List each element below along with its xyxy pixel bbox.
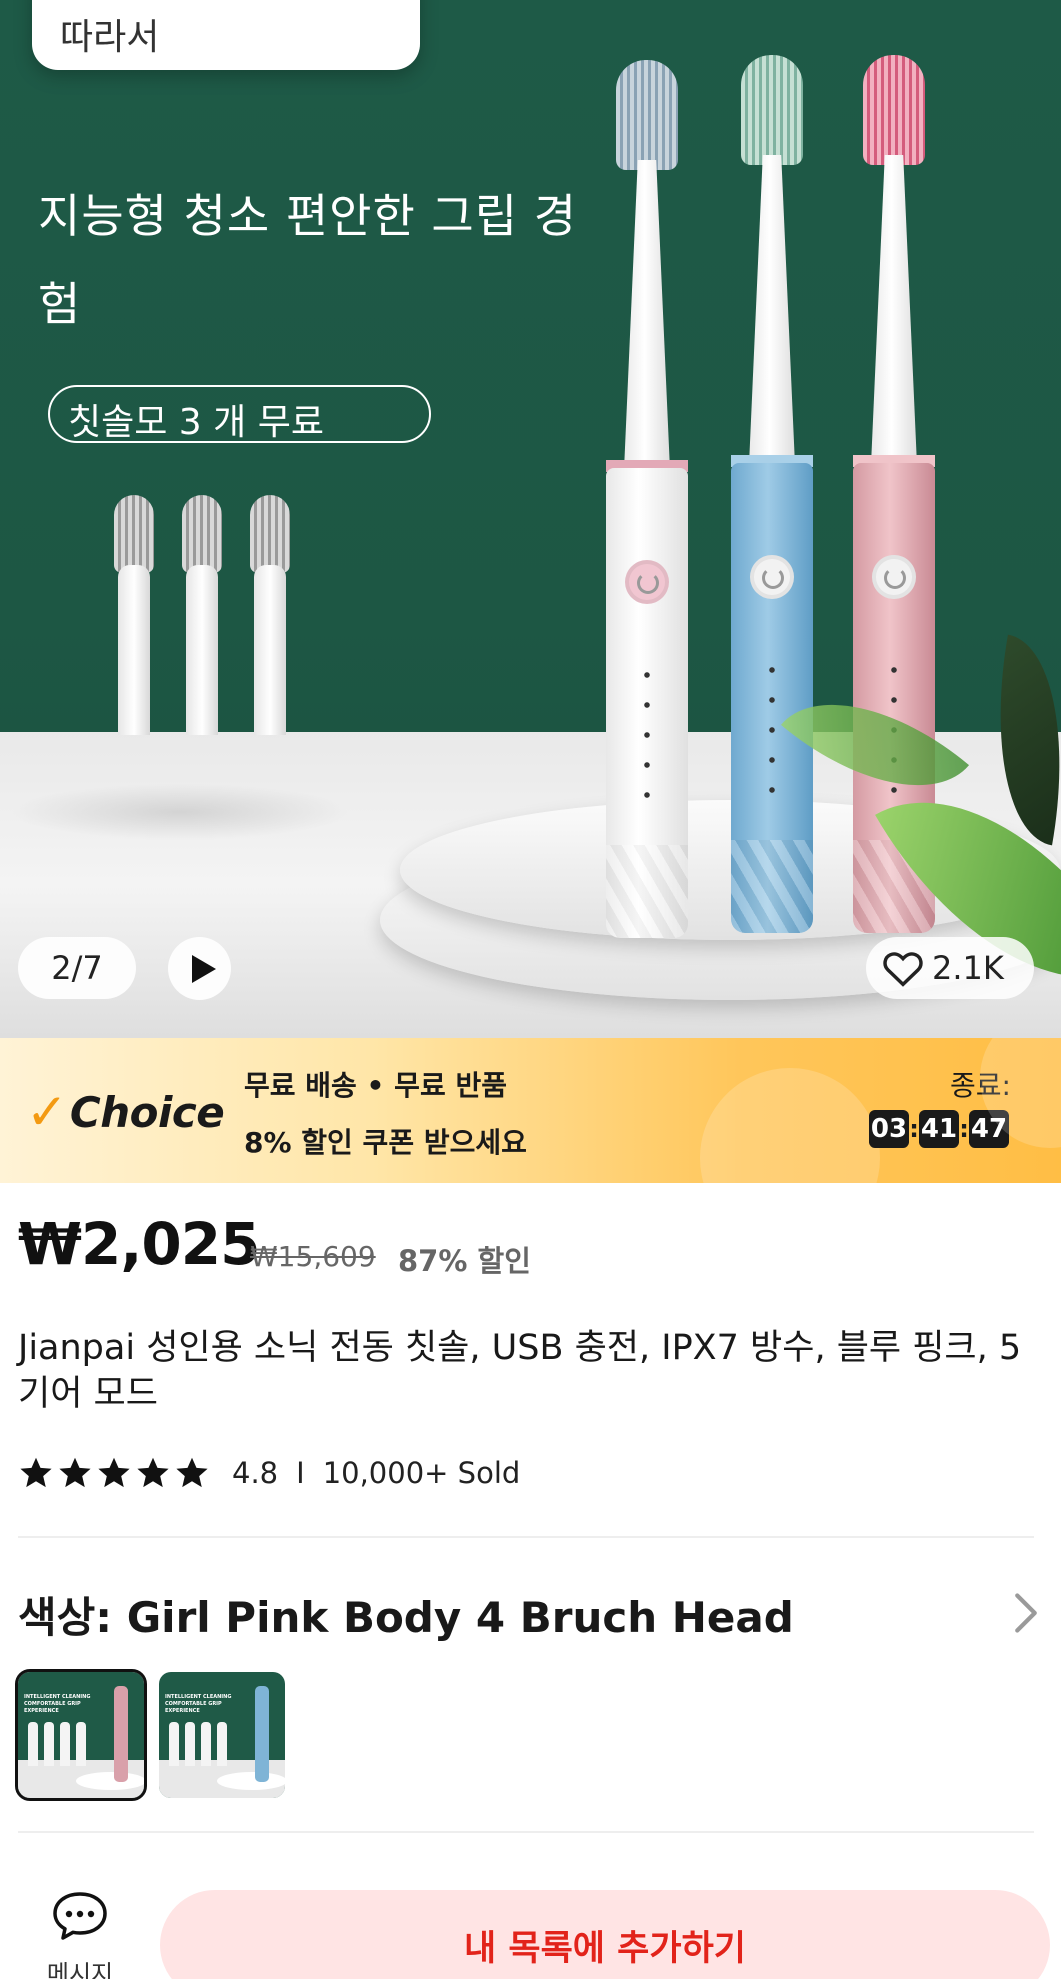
coupon-text: 8% 할인 쿠폰 받으세요 [244, 1126, 527, 1159]
color-variant-blue[interactable]: INTELLIGENT CLEANING COMFORTABLE GRIP EX… [159, 1672, 285, 1798]
message-label: 메시지 [46, 1960, 114, 1979]
free-shipping-text: 무료 배송 • 무료 반품 [244, 1069, 507, 1102]
product-image-carousel[interactable]: 따라서 지능형 청소 편안한 그립 경험 칫솔모 3 개 무료 2/7 2.1K [0, 0, 1061, 1038]
message-button[interactable]: 메시지 [40, 1890, 120, 1979]
wishlist-like-button[interactable]: 2.1K [866, 937, 1034, 999]
rating-separator: I [296, 1456, 305, 1490]
color-selector-heading[interactable]: 색상: Girl Pink Body 4 Bruch Head [18, 1584, 794, 1645]
checkmark-icon: ✓ [26, 1083, 68, 1141]
chat-bubble-icon [53, 1892, 107, 1940]
selected-color-value: Girl Pink Body 4 Bruch Head [126, 1593, 794, 1642]
countdown-timer: 03 : 41 : 47 [869, 1110, 1009, 1148]
choice-promo-banner[interactable]: ✓ Choice 무료 배송 • 무료 반품 8% 할인 쿠폰 받으세요 종료:… [0, 1038, 1061, 1183]
spare-brush-head [112, 495, 156, 735]
power-icon [872, 555, 916, 599]
star-icon [176, 1457, 208, 1488]
product-title: Jianpai 성인용 소닉 전동 칫솔, USB 충전, IPX7 방수, 블… [18, 1328, 1022, 1414]
current-price: ₩2,025 [18, 1210, 260, 1278]
choice-logo: ✓ Choice [26, 1082, 225, 1142]
hero-free-heads-pill: 칫솔모 3 개 무료 [48, 385, 431, 443]
toothbrush-blue [731, 55, 813, 935]
star-icon [137, 1457, 169, 1488]
timer-hours: 03 [869, 1110, 909, 1148]
rating-value: 4.8 [232, 1456, 279, 1490]
divider [18, 1536, 1034, 1538]
divider [18, 1831, 1034, 1833]
choice-logo-text: Choice [69, 1087, 225, 1137]
color-variant-pink[interactable]: INTELLIGENT CLEANING COMFORTABLE GRIP EX… [15, 1669, 147, 1801]
add-to-wishlist-button[interactable]: 내 목록에 추가하기 [160, 1890, 1050, 1979]
spare-brush-head [180, 495, 224, 735]
discount-badge: 87% 할인 [398, 1244, 531, 1278]
variant-caption: INTELLIGENT CLEANING COMFORTABLE GRIP EX… [165, 1694, 232, 1714]
play-video-button[interactable] [168, 937, 231, 1000]
hero-headline: 지능형 청소 편안한 그립 경험 [38, 189, 578, 331]
power-icon [750, 555, 794, 599]
rating-row[interactable]: 4.8 I 10,000+ Sold [18, 1452, 520, 1494]
original-price: ₩15,609 [250, 1240, 376, 1273]
chevron-right-icon[interactable] [1012, 1592, 1040, 1634]
sold-count: 10,000+ Sold [322, 1456, 521, 1490]
timer-minutes: 41 [919, 1110, 959, 1148]
timer-seconds: 47 [969, 1110, 1009, 1148]
star-icon [98, 1457, 130, 1488]
hero-tag-text: 따라서 [60, 17, 160, 58]
like-count: 2.1K [932, 949, 1004, 987]
star-icon [20, 1457, 52, 1488]
spare-brush-head [248, 495, 292, 735]
toothbrush-white [606, 60, 688, 940]
countdown-label: 종료: [950, 1069, 1011, 1102]
color-label: 색상: [18, 1593, 127, 1642]
variant-caption: INTELLIGENT CLEANING COMFORTABLE GRIP EX… [24, 1694, 91, 1714]
star-icon [59, 1457, 91, 1488]
image-counter: 2/7 [18, 937, 136, 999]
star-rating [18, 1455, 210, 1491]
heart-icon [883, 952, 923, 987]
hero-tag-card: 따라서 [32, 0, 420, 70]
power-icon [625, 560, 669, 604]
